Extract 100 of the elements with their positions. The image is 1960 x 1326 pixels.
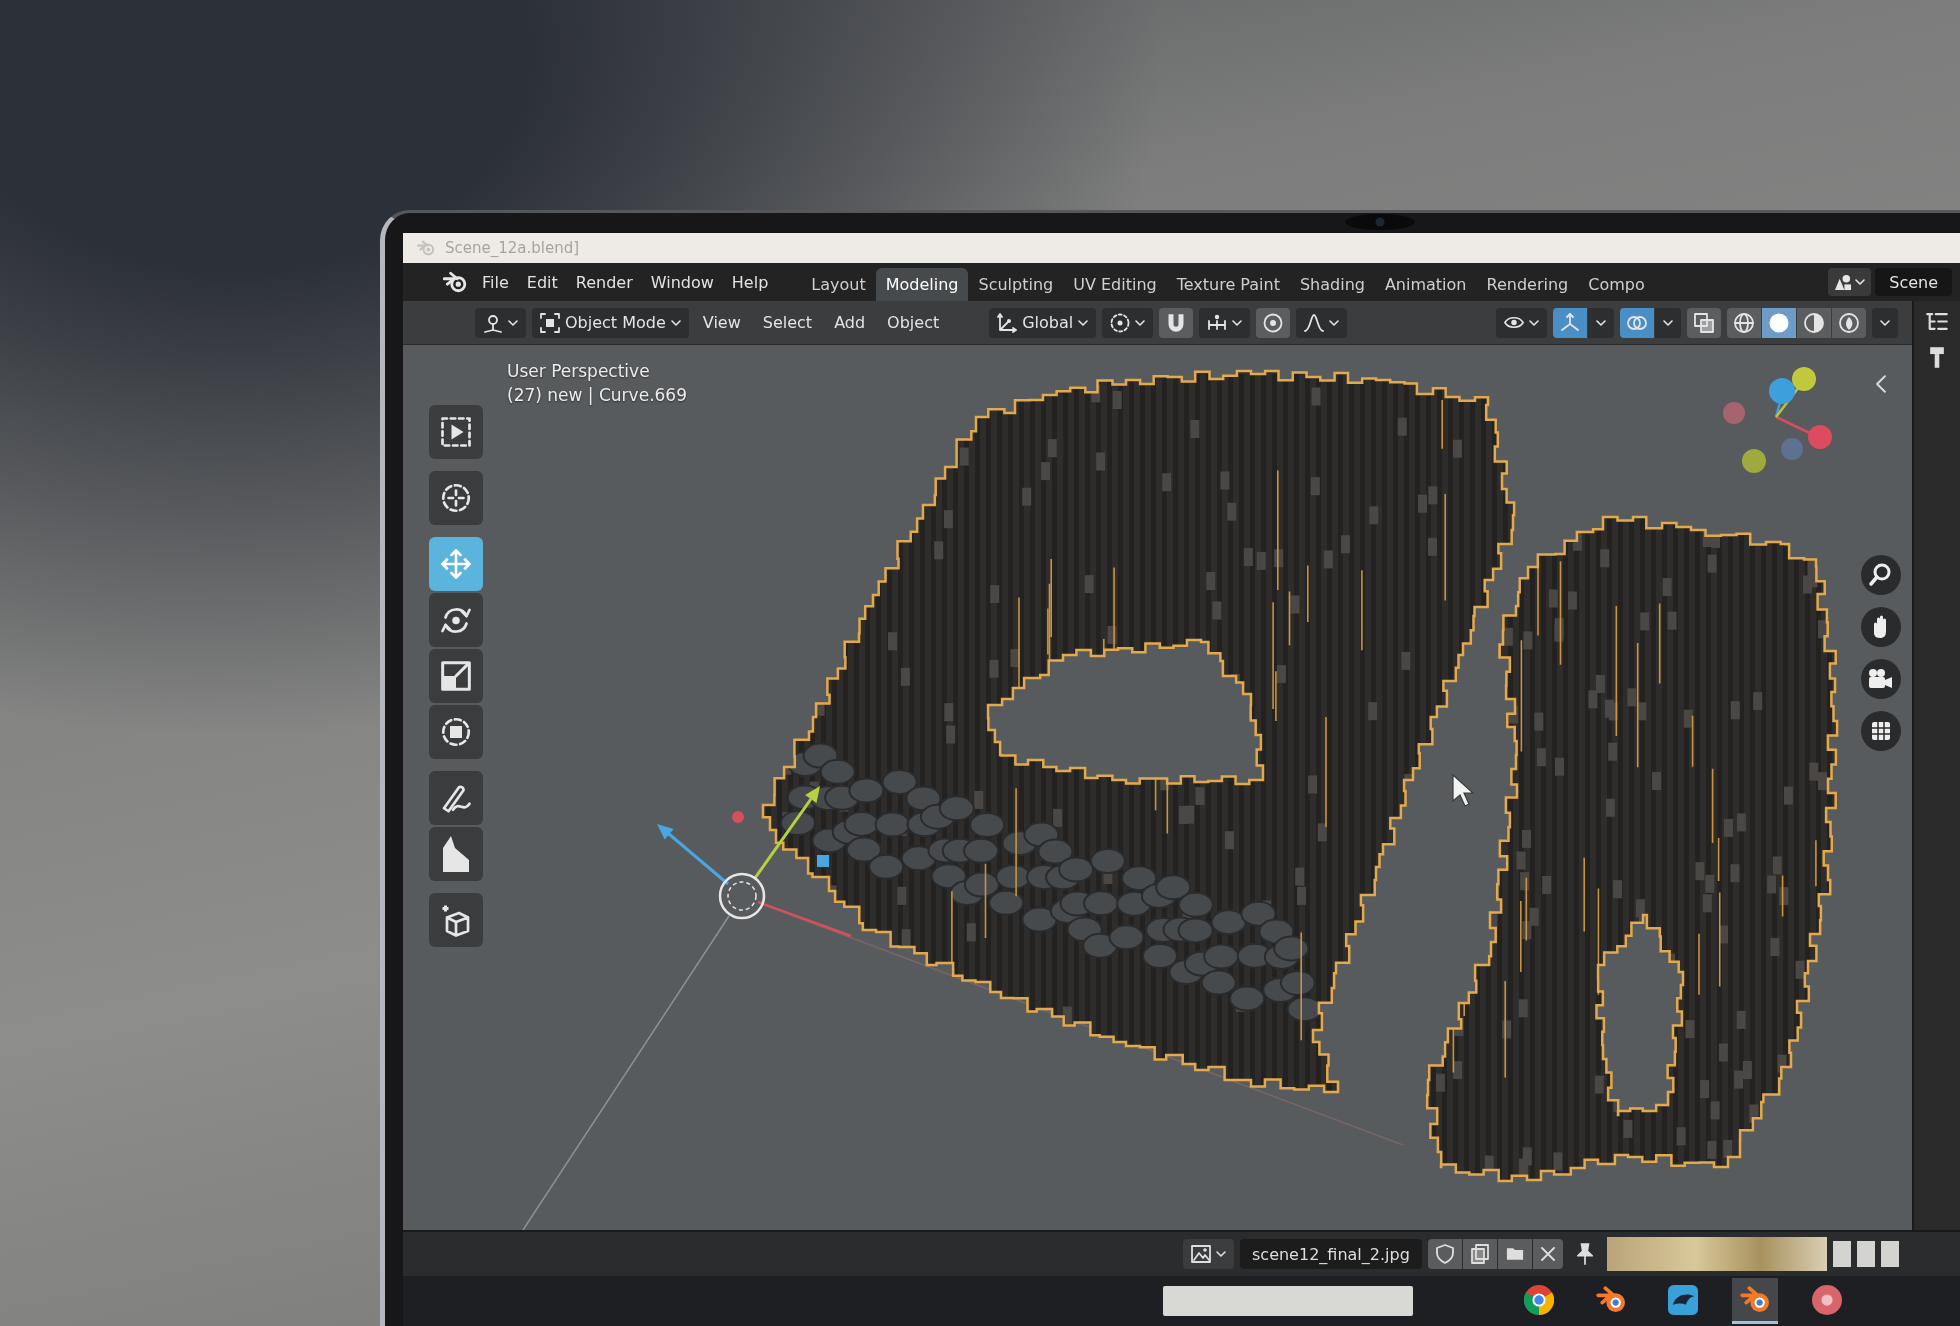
blender-logo-icon[interactable]: [443, 271, 467, 293]
snap-toggle[interactable]: [1159, 307, 1194, 338]
shading-mode-button[interactable]: [1797, 307, 1831, 338]
tool-button[interactable]: [429, 893, 483, 947]
workspace-tab[interactable]: Animation: [1374, 268, 1477, 301]
material-sphere-icon: [1804, 312, 1824, 333]
workspace-tab[interactable]: Sculpting: [968, 268, 1064, 301]
overlay-toggle[interactable]: [1620, 307, 1654, 338]
menu-item[interactable]: View: [694, 307, 749, 338]
taskbar-button[interactable]: [1732, 1278, 1778, 1324]
gizmo-icon: [1560, 313, 1580, 332]
xray-icon: [1694, 312, 1714, 333]
hammer-icon[interactable]: [1929, 346, 1945, 369]
x-axis-handle[interactable]: [1808, 425, 1832, 449]
chevron-left-icon[interactable]: [1876, 375, 1886, 393]
caret-icon: [1216, 1251, 1226, 1257]
duplicate-image-button[interactable]: [1462, 1239, 1497, 1269]
panel-tile: [1832, 1241, 1851, 1267]
caret-icon: [1529, 319, 1539, 326]
hand-icon[interactable]: [1861, 607, 1901, 647]
menu-item[interactable]: Render: [566, 272, 642, 292]
cursor-icon: [441, 483, 471, 513]
solid-sphere-icon: [1769, 312, 1789, 333]
scene-dropdown[interactable]: [1828, 268, 1872, 296]
wireframe-sphere-icon: [1734, 312, 1754, 333]
rotate-icon: [441, 606, 471, 634]
tool-button[interactable]: [429, 771, 483, 825]
unlink-image-button[interactable]: [1532, 1239, 1563, 1269]
gizmo-toggle[interactable]: [1553, 307, 1587, 338]
negative-axis-handle[interactable]: [1781, 438, 1803, 460]
tool-button[interactable]: [429, 649, 483, 703]
tool-button[interactable]: [429, 593, 483, 647]
fake-user-button[interactable]: [1427, 1239, 1462, 1269]
workspace-tab[interactable]: Rendering: [1476, 268, 1579, 301]
camera-icon[interactable]: [1861, 659, 1901, 699]
search-field[interactable]: [1163, 1286, 1413, 1316]
menu-item[interactable]: Edit: [517, 272, 567, 292]
transform-icon: [441, 717, 471, 747]
app-icon: [1812, 1284, 1842, 1315]
shading-options-dropdown[interactable]: [1872, 307, 1898, 338]
editor-type-dropdown[interactable]: [475, 307, 526, 338]
image-name-field[interactable]: scene12_final_2.jpg: [1240, 1239, 1422, 1269]
snap-target-dropdown[interactable]: [1199, 307, 1251, 338]
overlay-icon: [1627, 315, 1647, 330]
z-axis-handle[interactable]: [1769, 378, 1795, 404]
negative-axis-handle[interactable]: [1723, 402, 1745, 424]
tool-button[interactable]: [429, 471, 483, 525]
workspace-tab[interactable]: Texture Paint: [1166, 268, 1290, 301]
proportional-editing-toggle[interactable]: [1256, 307, 1291, 338]
window-title: Scene_12a.blend]: [445, 239, 580, 257]
outliner-icon[interactable]: [1926, 313, 1948, 330]
editor-type-dropdown[interactable]: [1183, 1239, 1234, 1269]
selection-square-icon: [540, 312, 560, 333]
panel-tile: [1856, 1241, 1875, 1267]
menu-item[interactable]: Window: [641, 272, 723, 292]
y-axis-handle[interactable]: [1792, 367, 1816, 391]
move-icon: [441, 549, 471, 579]
workspace-tab[interactable]: Shading: [1289, 268, 1375, 301]
shading-mode-button[interactable]: [1832, 307, 1866, 338]
zoom-icon[interactable]: [1861, 555, 1901, 595]
overlay-options-dropdown[interactable]: [1655, 307, 1681, 338]
menu-item[interactable]: Object: [879, 307, 948, 338]
negative-axis-handle[interactable]: [1742, 449, 1766, 473]
workspace-tab[interactable]: Layout: [801, 268, 876, 301]
pivot-dropdown[interactable]: [1102, 307, 1154, 338]
gizmo-options-dropdown[interactable]: [1588, 307, 1614, 338]
tool-button[interactable]: [429, 705, 483, 759]
mode-dropdown[interactable]: Object Mode: [532, 307, 689, 338]
snap-target-icon: [1207, 314, 1228, 331]
visibility-dropdown[interactable]: [1496, 307, 1547, 338]
menu-item[interactable]: Select: [754, 307, 821, 338]
webcam-icon: [1345, 214, 1415, 230]
orientation-dropdown[interactable]: Global: [989, 307, 1097, 338]
caret-icon: [1663, 319, 1673, 326]
caret-icon: [508, 319, 518, 326]
blender-logo-icon: [417, 240, 435, 256]
shading-mode-button[interactable]: [1762, 307, 1796, 338]
workspace-tab[interactable]: Compo: [1578, 268, 1655, 301]
measure-icon: [441, 834, 471, 874]
scene-name-field[interactable]: Scene: [1875, 268, 1952, 296]
workspace-tab[interactable]: Modeling: [875, 268, 969, 301]
transform-gizmo[interactable]: [657, 786, 852, 938]
caret-icon: [1329, 319, 1340, 326]
rendered-sphere-icon: [1839, 312, 1859, 333]
grid-icon[interactable]: [1861, 711, 1901, 751]
add-cube-icon: [441, 903, 471, 937]
menu-item[interactable]: File: [473, 272, 518, 292]
caret-icon: [1135, 319, 1146, 326]
open-image-button[interactable]: [1497, 1239, 1532, 1269]
falloff-dropdown[interactable]: [1296, 307, 1348, 338]
xray-toggle[interactable]: [1687, 307, 1721, 338]
duplicate-icon: [1470, 1244, 1489, 1264]
tool-button[interactable]: [429, 827, 483, 881]
menu-item[interactable]: Add: [826, 307, 874, 338]
menu-item[interactable]: Help: [722, 272, 778, 292]
close-icon: [1540, 1247, 1555, 1261]
shading-mode-button[interactable]: [1727, 307, 1761, 338]
workspace-tab[interactable]: UV Editing: [1063, 268, 1167, 301]
tool-button[interactable]: [429, 405, 483, 459]
caret-icon: [670, 319, 681, 326]
